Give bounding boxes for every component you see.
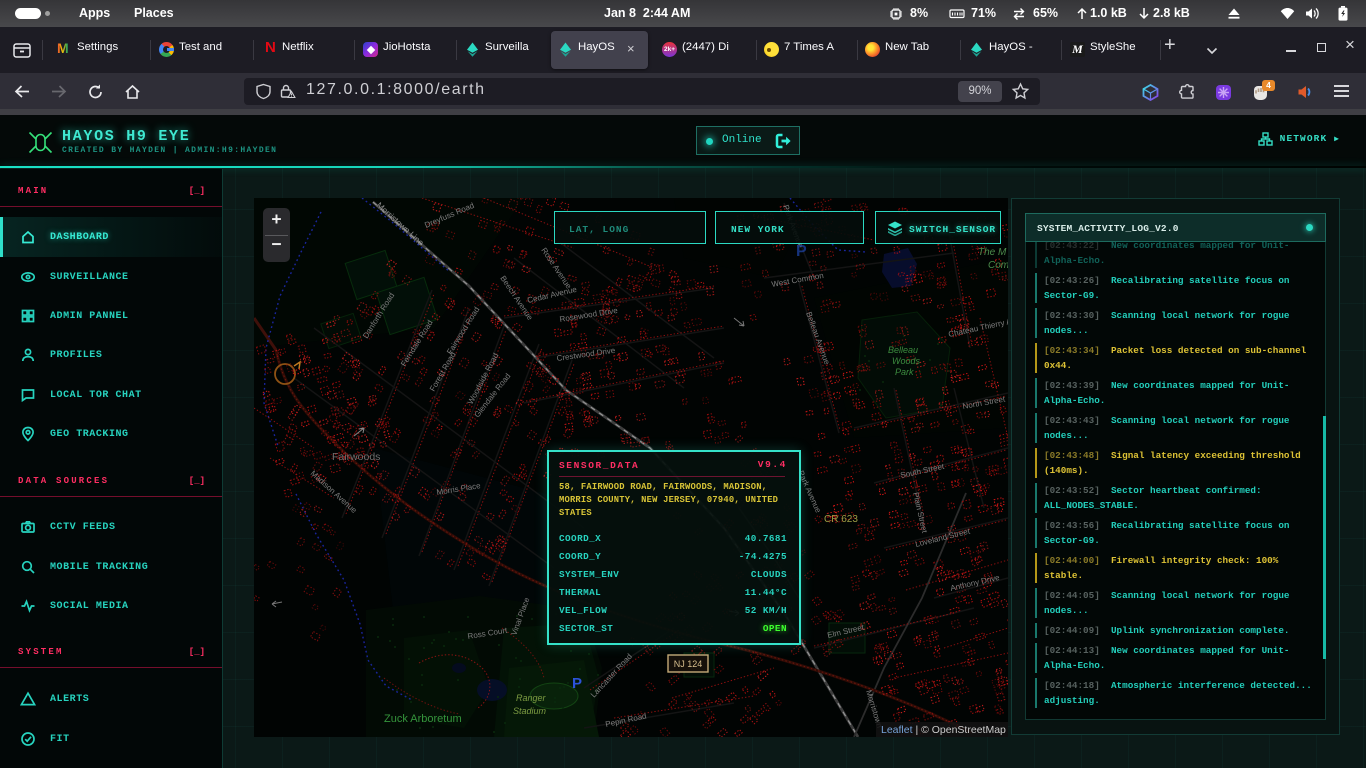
svg-text:Leaflet | © OpenStreetMap: Leaflet | © OpenStreetMap [881, 724, 1006, 736]
svg-text:Stadium: Stadium [513, 706, 547, 716]
svg-text:The M: The M [978, 247, 1007, 258]
svg-text:Belleau: Belleau [888, 345, 918, 355]
svg-text:Fairwoods: Fairwoods [332, 451, 380, 463]
svg-text:P: P [572, 675, 582, 692]
svg-text:Com: Com [988, 260, 1008, 271]
svg-text:P: P [796, 243, 807, 260]
svg-text:Park: Park [895, 367, 914, 377]
svg-text:Woods: Woods [892, 356, 921, 366]
svg-text:Ranger: Ranger [516, 693, 547, 703]
svg-text:Zuck Arboretum: Zuck Arboretum [384, 713, 462, 725]
svg-text:NJ 124: NJ 124 [674, 659, 703, 669]
svg-text:CR 623: CR 623 [824, 514, 858, 525]
